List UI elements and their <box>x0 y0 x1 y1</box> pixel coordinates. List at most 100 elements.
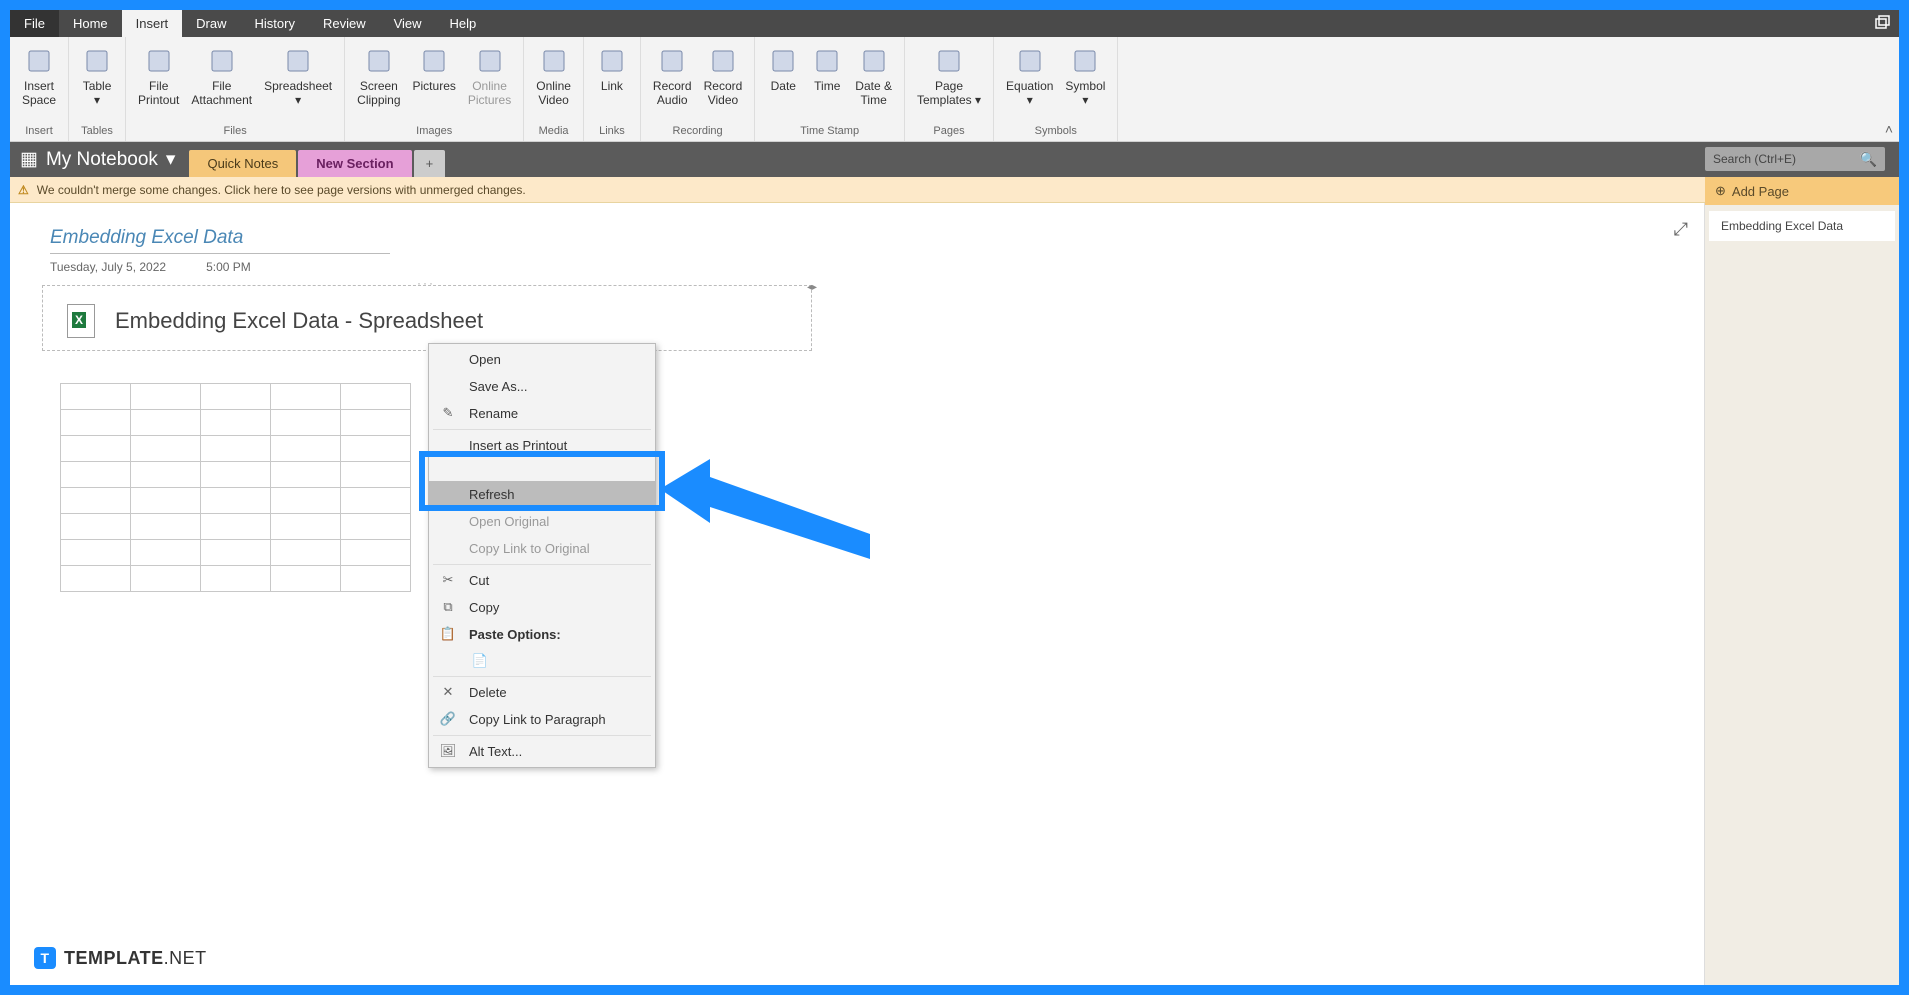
cell[interactable] <box>341 462 411 488</box>
cell[interactable] <box>61 410 131 436</box>
ribbon-button[interactable]: RecordVideo <box>698 41 749 123</box>
cell[interactable] <box>201 540 271 566</box>
cell[interactable] <box>131 436 201 462</box>
cell[interactable] <box>131 410 201 436</box>
cell[interactable] <box>61 436 131 462</box>
cell[interactable] <box>131 384 201 410</box>
context-menu-item[interactable]: ✂Cut <box>429 567 655 594</box>
cell[interactable] <box>341 436 411 462</box>
cell[interactable] <box>201 436 271 462</box>
ribbon-button[interactable]: Time <box>805 41 849 123</box>
menu-review[interactable]: Review <box>309 10 380 37</box>
cell[interactable] <box>61 514 131 540</box>
cell[interactable] <box>61 462 131 488</box>
cell[interactable] <box>271 462 341 488</box>
context-menu-item[interactable]: Refresh <box>429 481 655 508</box>
cell[interactable] <box>201 488 271 514</box>
cell[interactable] <box>341 540 411 566</box>
notebook-title-text: My Notebook <box>46 149 158 171</box>
tab-add-section[interactable]: + <box>414 150 446 177</box>
ribbon-button[interactable]: Pictures <box>407 41 462 123</box>
tab-quick-notes[interactable]: Quick Notes <box>189 150 296 177</box>
context-menu-item[interactable]: Open <box>429 346 655 373</box>
context-menu-item[interactable]: Save As... <box>429 373 655 400</box>
ribbon-button[interactable]: InsertSpace <box>16 41 62 123</box>
collapse-ribbon-icon[interactable]: ˄ <box>1885 121 1893 137</box>
ribbon-button[interactable]: FileAttachment <box>185 41 258 123</box>
cell[interactable] <box>201 384 271 410</box>
cell[interactable] <box>131 566 201 592</box>
cell[interactable] <box>341 410 411 436</box>
context-menu-item[interactable]: 📄 <box>429 648 655 674</box>
fullscreen-icon[interactable]: ⤢ <box>1674 219 1688 240</box>
ribbon-button[interactable]: OnlinePictures <box>462 41 517 123</box>
cell[interactable] <box>271 514 341 540</box>
add-page-button[interactable]: ⊕ Add Page <box>1705 177 1899 205</box>
notebook-dropdown[interactable]: ▦ My Notebook ▾ <box>20 148 189 171</box>
ribbon-button[interactable]: Date <box>761 41 805 123</box>
cell[interactable] <box>271 410 341 436</box>
cell[interactable] <box>61 384 131 410</box>
menu-item-label: Delete <box>469 685 507 700</box>
search-input[interactable]: Search (Ctrl+E) 🔍 <box>1705 147 1885 171</box>
restore-window-icon[interactable] <box>1873 14 1891 32</box>
cell[interactable] <box>61 488 131 514</box>
cell[interactable] <box>131 488 201 514</box>
context-menu-item[interactable]: 🔗Copy Link to Paragraph <box>429 706 655 733</box>
paste-option-icon[interactable]: 📄 <box>471 653 489 671</box>
menu-file[interactable]: File <box>10 10 59 37</box>
ribbon-group: ScreenClippingPicturesOnlinePicturesImag… <box>345 37 524 141</box>
cell[interactable] <box>271 540 341 566</box>
menu-draw[interactable]: Draw <box>182 10 240 37</box>
ribbon-button[interactable]: Link <box>590 41 634 123</box>
ribbon-button[interactable]: ScreenClipping <box>351 41 406 123</box>
embedded-object-container[interactable]: ◂▸ Embedding Excel Data - Spreadsheet <box>42 285 812 351</box>
cell[interactable] <box>131 514 201 540</box>
tab-new-section[interactable]: New Section <box>298 150 411 177</box>
spreadsheet-preview[interactable] <box>60 383 411 592</box>
cell[interactable] <box>201 566 271 592</box>
cell[interactable] <box>271 566 341 592</box>
ribbon-button[interactable]: Spreadsheet▾ <box>258 41 338 123</box>
cell[interactable] <box>61 566 131 592</box>
ribbon-button[interactable]: FilePrintout <box>132 41 185 123</box>
menu-item-label: Copy Link to Original <box>469 541 590 556</box>
page-canvas[interactable]: ⤢ Embedding Excel Data Tuesday, July 5, … <box>10 203 1704 985</box>
menu-history[interactable]: History <box>241 10 309 37</box>
ribbon-button[interactable]: RecordAudio <box>647 41 698 123</box>
cell[interactable] <box>341 514 411 540</box>
cell[interactable] <box>201 410 271 436</box>
cell[interactable] <box>271 488 341 514</box>
excel-file-icon[interactable] <box>67 304 95 338</box>
context-menu-item[interactable]: ✎Rename <box>429 400 655 427</box>
ribbon-button[interactable]: Table▾ <box>75 41 119 123</box>
cell[interactable] <box>201 514 271 540</box>
menu-view[interactable]: View <box>380 10 436 37</box>
cell[interactable] <box>271 436 341 462</box>
page-title[interactable]: Embedding Excel Data <box>50 227 390 254</box>
menu-insert[interactable]: Insert <box>122 10 183 37</box>
ribbon-button[interactable]: Symbol▾ <box>1059 41 1111 123</box>
merge-warning-bar[interactable]: ⚠ We couldn't merge some changes. Click … <box>10 177 1899 203</box>
ribbon-button[interactable]: PageTemplates ▾ <box>911 41 987 123</box>
cell[interactable] <box>341 566 411 592</box>
context-menu-item[interactable]: Insert as Printout <box>429 432 655 459</box>
cell[interactable] <box>131 462 201 488</box>
page-list-item[interactable]: Embedding Excel Data <box>1709 211 1895 241</box>
cell[interactable] <box>61 540 131 566</box>
ribbon-button[interactable]: Date &Time <box>849 41 898 123</box>
ribbon-button[interactable]: Equation▾ <box>1000 41 1059 123</box>
context-menu-item[interactable]: ✕Delete <box>429 679 655 706</box>
drag-handle-icon[interactable] <box>397 284 457 288</box>
cell[interactable] <box>271 384 341 410</box>
cell[interactable] <box>131 540 201 566</box>
context-menu-item[interactable]: ⧉Copy <box>429 594 655 621</box>
cell[interactable] <box>341 384 411 410</box>
cell[interactable] <box>341 488 411 514</box>
resize-handle-icon[interactable]: ◂▸ <box>807 282 817 293</box>
ribbon-button[interactable]: OnlineVideo <box>530 41 577 123</box>
context-menu-item[interactable]: 🖼Alt Text... <box>429 738 655 765</box>
menu-help[interactable]: Help <box>436 10 491 37</box>
menu-home[interactable]: Home <box>59 10 122 37</box>
cell[interactable] <box>201 462 271 488</box>
